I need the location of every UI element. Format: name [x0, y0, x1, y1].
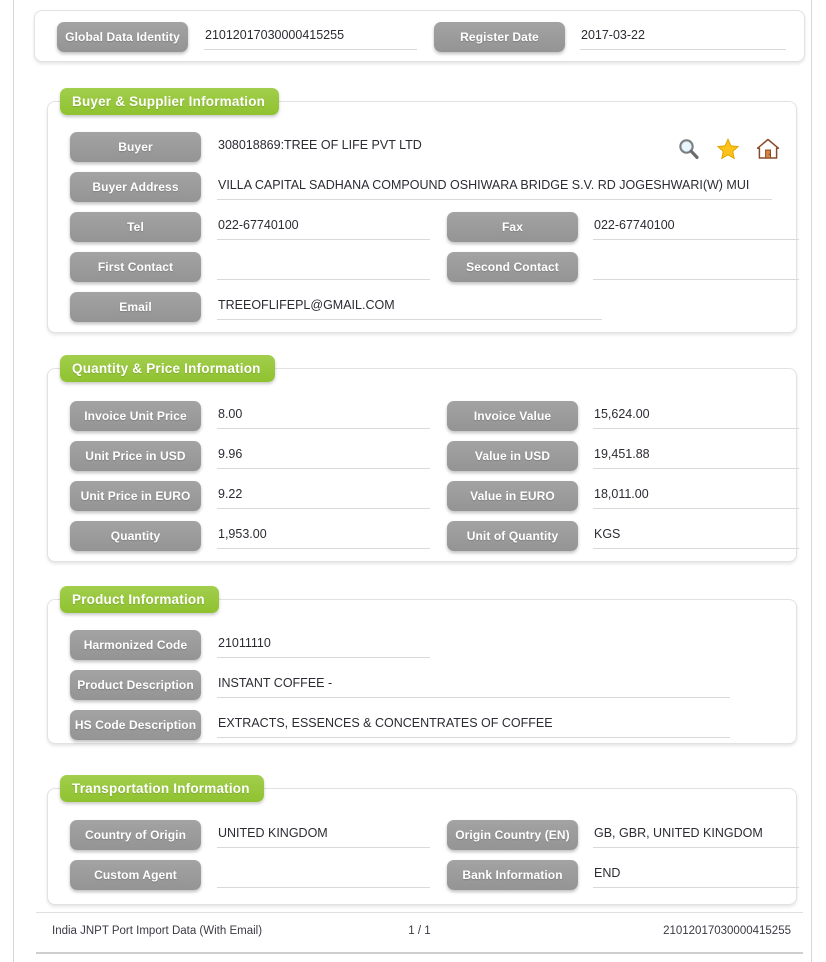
field-value[interactable]: EXTRACTS, ESSENCES & CONCENTRATES OF COF… — [217, 712, 730, 738]
section-title-transportation-information: Transportation Information — [60, 775, 264, 802]
section-body: Buyer 308018869:TREE OF LIFE PVT LTD Buy… — [47, 101, 799, 333]
field-label: Tel — [70, 212, 201, 242]
field-hs-code-description: HS Code Description EXTRACTS, ESSENCES &… — [70, 710, 760, 740]
field-value[interactable]: 21012017030000415255 — [204, 24, 417, 50]
field-value[interactable]: 8.00 — [217, 403, 430, 429]
field-register-date: Register Date 2017-03-22 — [434, 22, 786, 52]
field-invoice-unit-price: Invoice Unit Price 8.00 — [70, 401, 430, 431]
field-value[interactable]: 15,624.00 — [593, 403, 799, 429]
field-value[interactable]: 9.96 — [217, 443, 430, 469]
field-label: Bank Information — [447, 860, 578, 890]
field-value[interactable] — [593, 254, 799, 280]
field-value[interactable]: 21011110 — [217, 632, 430, 658]
field-label: Value in USD — [447, 441, 578, 471]
field-fax: Fax 022-67740100 — [447, 212, 799, 242]
field-label: Quantity — [70, 521, 201, 551]
section-body: Harmonized Code 21011110 Product Descrip… — [47, 599, 797, 744]
field-value[interactable]: 022-67740100 — [593, 214, 799, 240]
field-value[interactable]: 19,451.88 — [593, 443, 799, 469]
field-value[interactable] — [217, 254, 430, 280]
field-bank-information: Bank Information END — [447, 860, 799, 890]
field-value[interactable]: INSTANT COFFEE - — [217, 672, 730, 698]
field-invoice-value: Invoice Value 15,624.00 — [447, 401, 799, 431]
section-buyer-supplier: Buyer & Supplier Information Buyer 30801… — [27, 88, 805, 333]
field-label: Value in EURO — [447, 481, 578, 511]
field-label: Custom Agent — [70, 860, 201, 890]
field-global-data-identity: Global Data Identity 2101201703000041525… — [57, 22, 417, 52]
field-value[interactable]: 1,953.00 — [217, 523, 430, 549]
field-value[interactable]: END — [593, 862, 799, 888]
field-value[interactable]: TREEOFLIFEPL@GMAIL.COM — [217, 294, 602, 320]
field-custom-agent: Custom Agent — [70, 860, 430, 890]
field-label: First Contact — [70, 252, 201, 282]
field-label: Buyer — [70, 132, 201, 162]
field-first-contact: First Contact — [70, 252, 430, 282]
field-label: Global Data Identity — [57, 22, 188, 52]
section-title-product-information: Product Information — [60, 586, 219, 613]
field-value[interactable]: VILLA CAPITAL SADHANA COMPOUND OSHIWARA … — [217, 174, 772, 200]
field-label: Email — [70, 292, 201, 322]
section-title-quantity-price: Quantity & Price Information — [60, 355, 275, 382]
field-label: Harmonized Code — [70, 630, 201, 660]
field-label: Unit Price in USD — [70, 441, 201, 471]
section-body: Country of Origin UNITED KINGDOM Origin … — [47, 788, 799, 905]
field-harmonized-code: Harmonized Code 21011110 — [70, 630, 430, 660]
field-country-of-origin: Country of Origin UNITED KINGDOM — [70, 820, 430, 850]
field-tel: Tel 022-67740100 — [70, 212, 430, 242]
field-unit-of-quantity: Unit of Quantity KGS — [447, 521, 799, 551]
field-unit-price-euro: Unit Price in EURO 9.22 — [70, 481, 430, 511]
field-unit-price-usd: Unit Price in USD 9.96 — [70, 441, 430, 471]
field-value[interactable] — [217, 862, 430, 888]
footer-record-id: 21012017030000415255 — [663, 925, 791, 937]
field-value[interactable]: 18,011.00 — [593, 483, 799, 509]
field-buyer: Buyer 308018869:TREE OF LIFE PVT LTD — [70, 132, 770, 162]
field-label: Register Date — [434, 22, 565, 52]
page-frame: Search Hide Conditions Global Data Ident… — [13, 0, 812, 962]
field-label: Product Description — [70, 670, 201, 700]
field-label: Unit of Quantity — [447, 521, 578, 551]
field-origin-country-en: Origin Country (EN) GB, GBR, UNITED KING… — [447, 820, 799, 850]
section-title-buyer-supplier: Buyer & Supplier Information — [60, 88, 280, 115]
field-value[interactable]: 9.22 — [217, 483, 430, 509]
field-label: Invoice Unit Price — [70, 401, 201, 431]
field-label: Invoice Value — [447, 401, 578, 431]
field-label: Buyer Address — [70, 172, 201, 202]
field-product-description: Product Description INSTANT COFFEE - — [70, 670, 760, 700]
field-label: Country of Origin — [70, 820, 201, 850]
section-product-information: Product Information Harmonized Code 2101… — [27, 586, 805, 744]
field-value-usd: Value in USD 19,451.88 — [447, 441, 799, 471]
field-value[interactable]: KGS — [593, 523, 799, 549]
page-footer: India JNPT Port Import Data (With Email)… — [36, 912, 803, 954]
field-value[interactable]: 308018869:TREE OF LIFE PVT LTD — [217, 134, 567, 160]
identity-panel: Global Data Identity 2101201703000041525… — [34, 10, 805, 62]
field-quantity: Quantity 1,953.00 — [70, 521, 430, 551]
field-buyer-address: Buyer Address VILLA CAPITAL SADHANA COMP… — [70, 172, 805, 202]
field-value[interactable]: GB, GBR, UNITED KINGDOM — [593, 822, 799, 848]
field-label: Unit Price in EURO — [70, 481, 201, 511]
field-label: Second Contact — [447, 252, 578, 282]
field-label: Fax — [447, 212, 578, 242]
field-value[interactable]: 022-67740100 — [217, 214, 430, 240]
section-quantity-price: Quantity & Price Information Invoice Uni… — [27, 355, 805, 562]
field-second-contact: Second Contact — [447, 252, 799, 282]
field-label: HS Code Description — [70, 710, 201, 740]
field-label: Origin Country (EN) — [447, 820, 578, 850]
field-email: Email TREEOFLIFEPL@GMAIL.COM — [70, 292, 630, 322]
field-value[interactable]: UNITED KINGDOM — [217, 822, 430, 848]
field-value-euro: Value in EURO 18,011.00 — [447, 481, 799, 511]
section-transportation-information: Transportation Information Country of Or… — [27, 775, 805, 905]
section-body: Invoice Unit Price 8.00 Invoice Value 15… — [47, 368, 799, 562]
field-value[interactable]: 2017-03-22 — [580, 24, 786, 50]
footer-divider — [36, 952, 803, 954]
